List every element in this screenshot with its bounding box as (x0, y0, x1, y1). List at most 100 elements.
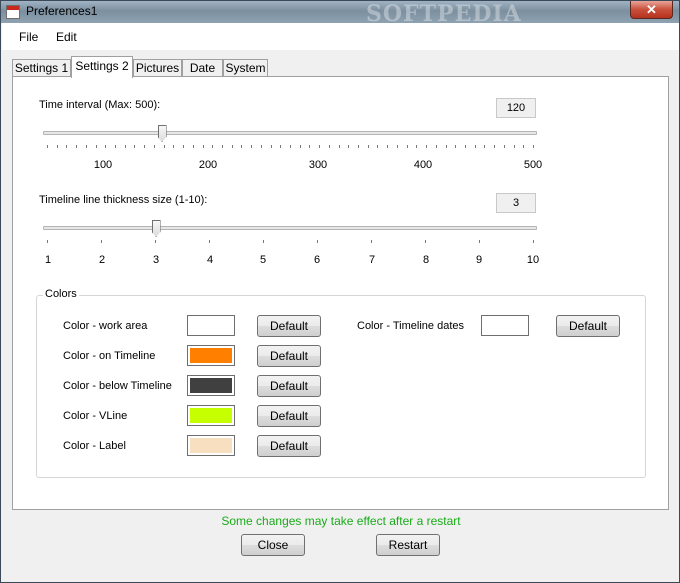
slider-tick (523, 145, 525, 148)
slider-tick (85, 145, 87, 148)
slider-tick (221, 145, 223, 148)
slider-tick (105, 145, 107, 148)
slider-tick (47, 145, 48, 148)
color-timeline-dates-label: Color - Timeline dates (357, 320, 464, 332)
thickness-slider-thumb[interactable] (151, 220, 161, 237)
close-icon: ✕ (646, 2, 657, 17)
slider-tick (358, 145, 360, 148)
time-interval-value: 120 (496, 98, 536, 118)
slider-tick (101, 240, 102, 243)
slider-tick (348, 145, 350, 148)
color-below-timeline-label: Color - below Timeline (63, 380, 172, 392)
slider-tick (435, 145, 437, 148)
slider-tick (56, 145, 58, 148)
tab-pictures[interactable]: Pictures (133, 59, 182, 77)
slider-tick (479, 240, 480, 243)
slider-tick (153, 145, 155, 148)
color-timeline-dates-default-button[interactable]: Default (556, 315, 620, 337)
slider-tick (445, 145, 447, 148)
tab-settings-1[interactable]: Settings 1 (12, 59, 71, 77)
restart-notice: Some changes may take effect after a res… (221, 514, 461, 528)
color-below-timeline-swatch[interactable] (187, 375, 235, 396)
time-interval-tick-400: 400 (413, 159, 433, 171)
color-work-area-swatch[interactable] (187, 315, 235, 336)
thickness-tick-4: 4 (206, 254, 214, 266)
slider-tick (416, 145, 418, 148)
color-label-label: Color - Label (63, 440, 126, 452)
time-interval-tick-100: 100 (93, 159, 113, 171)
thickness-tick-6: 6 (313, 254, 321, 266)
menu-file[interactable]: File (19, 30, 38, 44)
slider-tick (387, 145, 389, 148)
color-label-swatch[interactable] (187, 435, 235, 456)
slider-tick (371, 240, 372, 243)
time-interval-tick-200: 200 (198, 159, 218, 171)
slider-tick (202, 145, 204, 148)
slider-tick (212, 145, 214, 148)
slider-tick (183, 145, 185, 148)
slider-tick (367, 145, 369, 148)
time-interval-tick-500: 500 (523, 159, 543, 171)
colors-group-title: Colors (43, 288, 79, 300)
slider-tick (263, 240, 264, 243)
slider-tick (396, 145, 398, 148)
thickness-tick-5: 5 (259, 254, 267, 266)
tab-date[interactable]: Date (182, 59, 223, 77)
thickness-tick-1: 1 (44, 254, 52, 266)
slider-tick (270, 145, 272, 148)
slider-tick (464, 145, 466, 148)
menu-edit[interactable]: Edit (56, 30, 77, 44)
slider-tick (474, 145, 476, 148)
slider-tick (155, 240, 156, 243)
slider-tick (503, 145, 505, 148)
slider-tick (173, 145, 175, 148)
thickness-tick-3: 3 (152, 254, 160, 266)
slider-tick (299, 145, 301, 148)
time-interval-slider-thumb[interactable] (157, 125, 167, 142)
slider-tick (338, 145, 340, 148)
restart-button[interactable]: Restart (376, 534, 440, 556)
slider-tick (377, 145, 379, 148)
slider-tick (406, 145, 408, 148)
close-button[interactable]: Close (241, 534, 305, 556)
title-bar: Preferences1 SOFTPEDIA ✕ (1, 1, 679, 27)
slider-tick (163, 145, 165, 148)
thickness-value: 3 (496, 193, 536, 213)
slider-tick (241, 145, 243, 148)
color-on-timeline-label: Color - on Timeline (63, 350, 156, 362)
slider-tick (425, 240, 426, 243)
color-on-timeline-default-button[interactable]: Default (257, 345, 321, 367)
slider-tick (328, 145, 330, 148)
thickness-slider-track[interactable] (43, 226, 537, 230)
thickness-tick-9: 9 (475, 254, 483, 266)
color-timeline-dates-swatch[interactable] (481, 315, 529, 336)
color-vline-default-button[interactable]: Default (257, 405, 321, 427)
close-window-button[interactable]: ✕ (630, 1, 673, 19)
color-on-timeline-swatch[interactable] (187, 345, 235, 366)
slider-tick (533, 145, 534, 148)
slider-tick (319, 145, 321, 148)
menu-bar: File Edit (2, 23, 679, 50)
slider-tick (260, 145, 262, 148)
slider-tick (426, 145, 428, 148)
color-label-default-button[interactable]: Default (257, 435, 321, 457)
color-below-timeline-default-button[interactable]: Default (257, 375, 321, 397)
thickness-tick-2: 2 (98, 254, 106, 266)
thickness-label: Timeline line thickness size (1-10): (39, 194, 208, 206)
slider-tick (484, 145, 486, 148)
color-vline-swatch[interactable] (187, 405, 235, 426)
slider-tick (76, 145, 78, 148)
window-title: Preferences1 (26, 4, 98, 18)
color-work-area-default-button[interactable]: Default (257, 315, 321, 337)
tab-settings-2[interactable]: Settings 2 (71, 56, 133, 78)
slider-tick (280, 145, 282, 148)
slider-tick (317, 240, 318, 243)
slider-tick (251, 145, 253, 148)
slider-tick (231, 145, 233, 148)
slider-tick (144, 145, 146, 148)
tab-system[interactable]: System (223, 59, 268, 77)
colors-group: Colors Color - work area Default Color -… (36, 288, 646, 478)
time-interval-tick-300: 300 (308, 159, 328, 171)
slider-tick (192, 145, 194, 148)
time-interval-slider-track[interactable] (43, 131, 537, 135)
